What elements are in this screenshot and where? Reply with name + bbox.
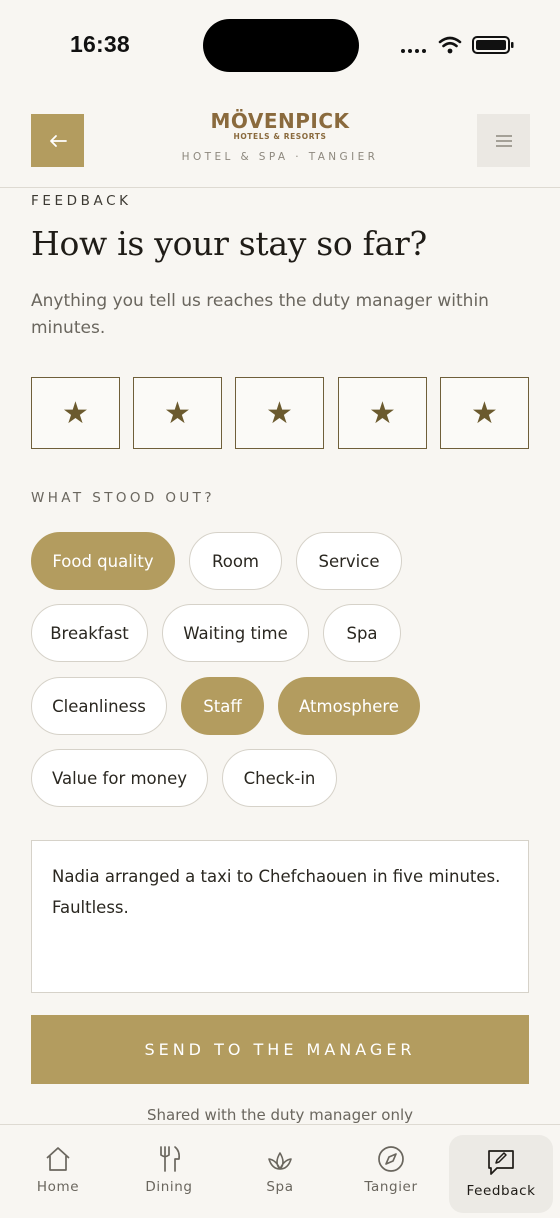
home-icon [46, 1147, 70, 1171]
chip-food-quality[interactable]: Food quality [31, 532, 175, 590]
tab-feedback-label: Feedback [466, 1183, 536, 1199]
hotel-location: HOTEL & SPA · TANGIER [181, 151, 379, 163]
chip-staff[interactable]: Staff [181, 677, 264, 735]
tab-dining-label: Dining [145, 1179, 193, 1195]
page-title: How is your stay so far? [31, 224, 427, 263]
signal-icon [401, 49, 426, 53]
menu-button[interactable] [477, 114, 530, 167]
bottom-tab-bar: Home Dining Spa Tangier Feedback [0, 1124, 560, 1218]
section-eyebrow: FEEDBACK [31, 193, 132, 209]
tab-tangier-label: Tangier [364, 1179, 418, 1195]
battery-icon [472, 36, 514, 54]
logo-tagline: HOTELS & RESORTS [233, 132, 327, 141]
back-button[interactable] [31, 114, 84, 167]
compass-icon [378, 1146, 404, 1172]
chip-room[interactable]: Room [189, 532, 282, 590]
chip-service[interactable]: Service [296, 532, 402, 590]
lotus-icon [268, 1152, 292, 1170]
tab-home[interactable]: Home [6, 1125, 110, 1215]
chip-waiting-time[interactable]: Waiting time [162, 604, 309, 662]
status-icons [401, 36, 514, 54]
privacy-note: Shared with the duty manager only [146, 1106, 414, 1124]
star-4-button[interactable]: ★ [338, 377, 427, 449]
star-1-button[interactable]: ★ [31, 377, 120, 449]
brand-logo: MÖVENPICK HOTELS & RESORTS HOTEL & SPA ·… [180, 110, 380, 163]
tab-feedback[interactable]: Feedback [449, 1135, 553, 1213]
tab-spa-label: Spa [266, 1179, 294, 1195]
chips-label: WHAT STOOD OUT? [31, 490, 215, 506]
feedback-icon [488, 1150, 514, 1175]
logo-wordmark: MÖVENPICK [210, 109, 350, 133]
hamburger-icon [495, 134, 512, 147]
status-bar: 16:38 [0, 0, 560, 92]
send-to-manager-button[interactable]: SEND TO THE MANAGER [31, 1015, 529, 1084]
arrow-left-icon [49, 134, 67, 147]
page-subtitle: Anything you tell us reaches the duty ma… [31, 291, 489, 338]
wifi-icon [438, 36, 462, 48]
star-rating: ★ ★ ★ ★ ★ [31, 377, 529, 449]
chip-spa[interactable]: Spa [323, 604, 401, 662]
chip-check-in[interactable]: Check-in [222, 749, 337, 807]
tab-tangier[interactable]: Tangier [339, 1125, 443, 1215]
star-5-button[interactable]: ★ [440, 377, 529, 449]
star-2-button[interactable]: ★ [133, 377, 222, 449]
utensils-icon [160, 1146, 181, 1172]
status-time: 16:38 [70, 31, 130, 57]
tab-home-label: Home [36, 1179, 80, 1195]
app-header: MÖVENPICK HOTELS & RESORTS HOTEL & SPA ·… [0, 92, 560, 188]
chip-cleanliness[interactable]: Cleanliness [31, 677, 167, 735]
tab-spa[interactable]: Spa [228, 1125, 332, 1215]
tab-dining[interactable]: Dining [117, 1125, 221, 1215]
chip-breakfast[interactable]: Breakfast [31, 604, 148, 662]
star-3-button[interactable]: ★ [235, 377, 324, 449]
chip-value-for-money[interactable]: Value for money [31, 749, 208, 807]
dynamic-island [203, 19, 359, 72]
comment-textarea[interactable]: Nadia arranged a taxi to Chefchaouen in … [31, 840, 529, 993]
chip-atmosphere[interactable]: Atmosphere [278, 677, 420, 735]
